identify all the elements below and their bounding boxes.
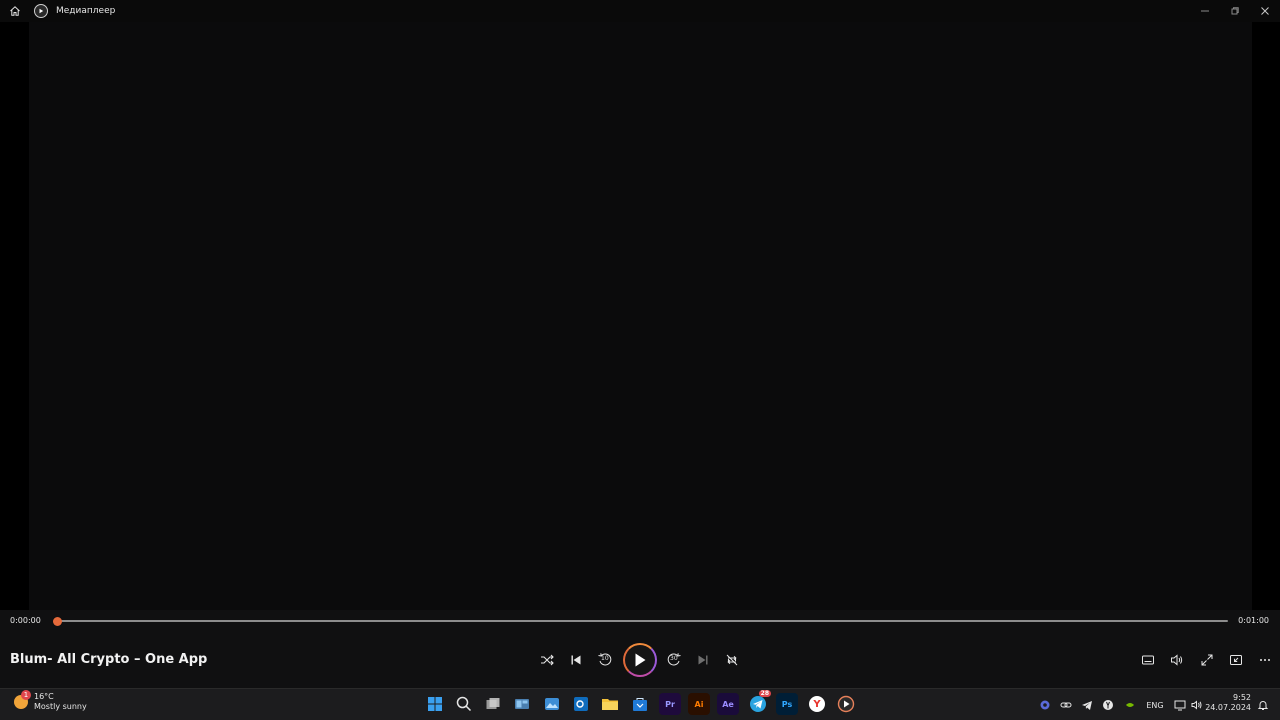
tray-yandex[interactable]	[1101, 698, 1115, 712]
subtitles-icon	[1142, 655, 1154, 665]
video-surface[interactable]	[29, 22, 1252, 610]
forward-label: 30	[670, 655, 678, 662]
home-icon	[10, 6, 20, 16]
premiere-icon: Pr	[665, 699, 675, 709]
clock[interactable]: 9:52 24.07.2024	[1205, 693, 1251, 713]
widgets-button[interactable]	[511, 693, 533, 715]
telegram-badge: 28	[758, 690, 771, 697]
start-button[interactable]	[424, 693, 446, 715]
language-label: ENG	[1146, 700, 1164, 710]
next-button[interactable]	[693, 650, 713, 670]
title-bar: Медиаплеер	[0, 0, 1280, 22]
play-icon	[635, 653, 646, 667]
illustrator-icon: Ai	[694, 699, 704, 709]
mini-player-icon	[1230, 655, 1242, 665]
more-button[interactable]	[1255, 650, 1275, 670]
outlook-icon	[574, 697, 588, 711]
subtitles-button[interactable]	[1138, 650, 1158, 670]
previous-icon	[571, 655, 581, 665]
volume-button[interactable]	[1167, 650, 1187, 670]
seek-bar[interactable]	[58, 620, 1228, 622]
previous-button[interactable]	[566, 650, 586, 670]
tray-link[interactable]	[1059, 698, 1073, 712]
telegram-tray-icon	[1082, 701, 1092, 710]
gear-icon	[1040, 700, 1050, 710]
photos-app[interactable]	[541, 693, 563, 715]
volume-tray-button[interactable]	[1190, 698, 1204, 712]
more-icon	[1260, 659, 1270, 661]
language-indicator[interactable]: ENG	[1144, 698, 1166, 712]
media-player-icon	[34, 4, 48, 18]
repeat-off-icon	[726, 654, 738, 666]
tray-settings[interactable]	[1038, 698, 1052, 712]
telegram-app[interactable]: 28	[747, 690, 771, 715]
task-view-icon	[486, 698, 500, 709]
restore-button[interactable]	[1220, 0, 1250, 22]
restore-icon	[1231, 7, 1239, 15]
photoshop-app[interactable]: Ps	[776, 693, 798, 715]
play-button[interactable]	[623, 643, 657, 677]
seek-thumb[interactable]	[53, 617, 62, 626]
media-player-app[interactable]	[835, 693, 857, 715]
weather-desc: Mostly sunny	[34, 702, 87, 711]
link-icon	[1060, 702, 1072, 708]
bell-icon	[1257, 701, 1269, 710]
yandex-letter: Y	[813, 698, 821, 710]
forward-30-button[interactable]: 30	[664, 650, 684, 670]
folder-icon	[602, 699, 618, 710]
network-button[interactable]	[1173, 698, 1187, 712]
yandex-browser-app[interactable]: Y	[806, 693, 828, 715]
premiere-app[interactable]: Pr	[659, 693, 681, 715]
task-view-button[interactable]	[482, 693, 504, 715]
notifications-button[interactable]	[1256, 698, 1270, 712]
home-button[interactable]	[0, 0, 30, 22]
repeat-button[interactable]	[722, 650, 742, 670]
rewind-10-button[interactable]: 10	[595, 650, 615, 670]
speaker-icon	[1191, 700, 1202, 710]
search-icon	[456, 696, 472, 712]
weather-temp: 16°C	[34, 692, 54, 701]
photoshop-icon: Ps	[781, 699, 793, 709]
fullscreen-button[interactable]	[1197, 650, 1217, 670]
search-button[interactable]	[453, 693, 475, 715]
tray-telegram[interactable]	[1080, 698, 1094, 712]
weather-widget[interactable]: 1 16°C Mostly sunny	[14, 690, 87, 712]
total-time: 0:01:00	[1238, 616, 1269, 625]
minimize-icon	[1201, 10, 1209, 12]
photos-icon	[545, 698, 559, 710]
after-effects-icon: Ae	[722, 699, 734, 709]
current-time: 0:00:00	[10, 616, 41, 625]
telegram-icon	[750, 696, 766, 712]
windows-icon	[428, 697, 442, 711]
close-icon	[1261, 7, 1269, 15]
yandex-tray-icon	[1103, 700, 1113, 710]
sun-icon: 1	[14, 690, 31, 709]
weather-badge: 1	[21, 690, 31, 700]
file-explorer-app[interactable]	[599, 693, 621, 715]
minimize-button[interactable]	[1190, 0, 1220, 22]
clock-date: 24.07.2024	[1205, 703, 1251, 712]
widgets-icon	[515, 699, 529, 709]
nvidia-icon	[1126, 703, 1134, 707]
after-effects-app[interactable]: Ae	[717, 693, 739, 715]
illustrator-app[interactable]: Ai	[688, 693, 710, 715]
next-icon	[698, 655, 708, 665]
tray-nvidia[interactable]	[1123, 698, 1137, 712]
window-controls	[1190, 0, 1280, 22]
store-app[interactable]	[629, 693, 651, 715]
shuffle-button[interactable]	[537, 650, 557, 670]
mini-player-button[interactable]	[1226, 650, 1246, 670]
window-title: Медиаплеер	[56, 6, 116, 16]
now-playing-title: Blum- All Crypto – One App	[10, 652, 208, 667]
outlook-app[interactable]	[570, 693, 592, 715]
rewind-label: 10	[601, 655, 609, 662]
clock-time: 9:52	[1233, 693, 1251, 702]
media-player-taskbar-icon	[837, 695, 855, 713]
store-icon	[633, 698, 647, 711]
network-icon	[1174, 700, 1186, 711]
close-button[interactable]	[1250, 0, 1280, 22]
fullscreen-icon	[1201, 654, 1213, 666]
shuffle-icon	[541, 654, 554, 666]
volume-icon	[1171, 654, 1183, 666]
